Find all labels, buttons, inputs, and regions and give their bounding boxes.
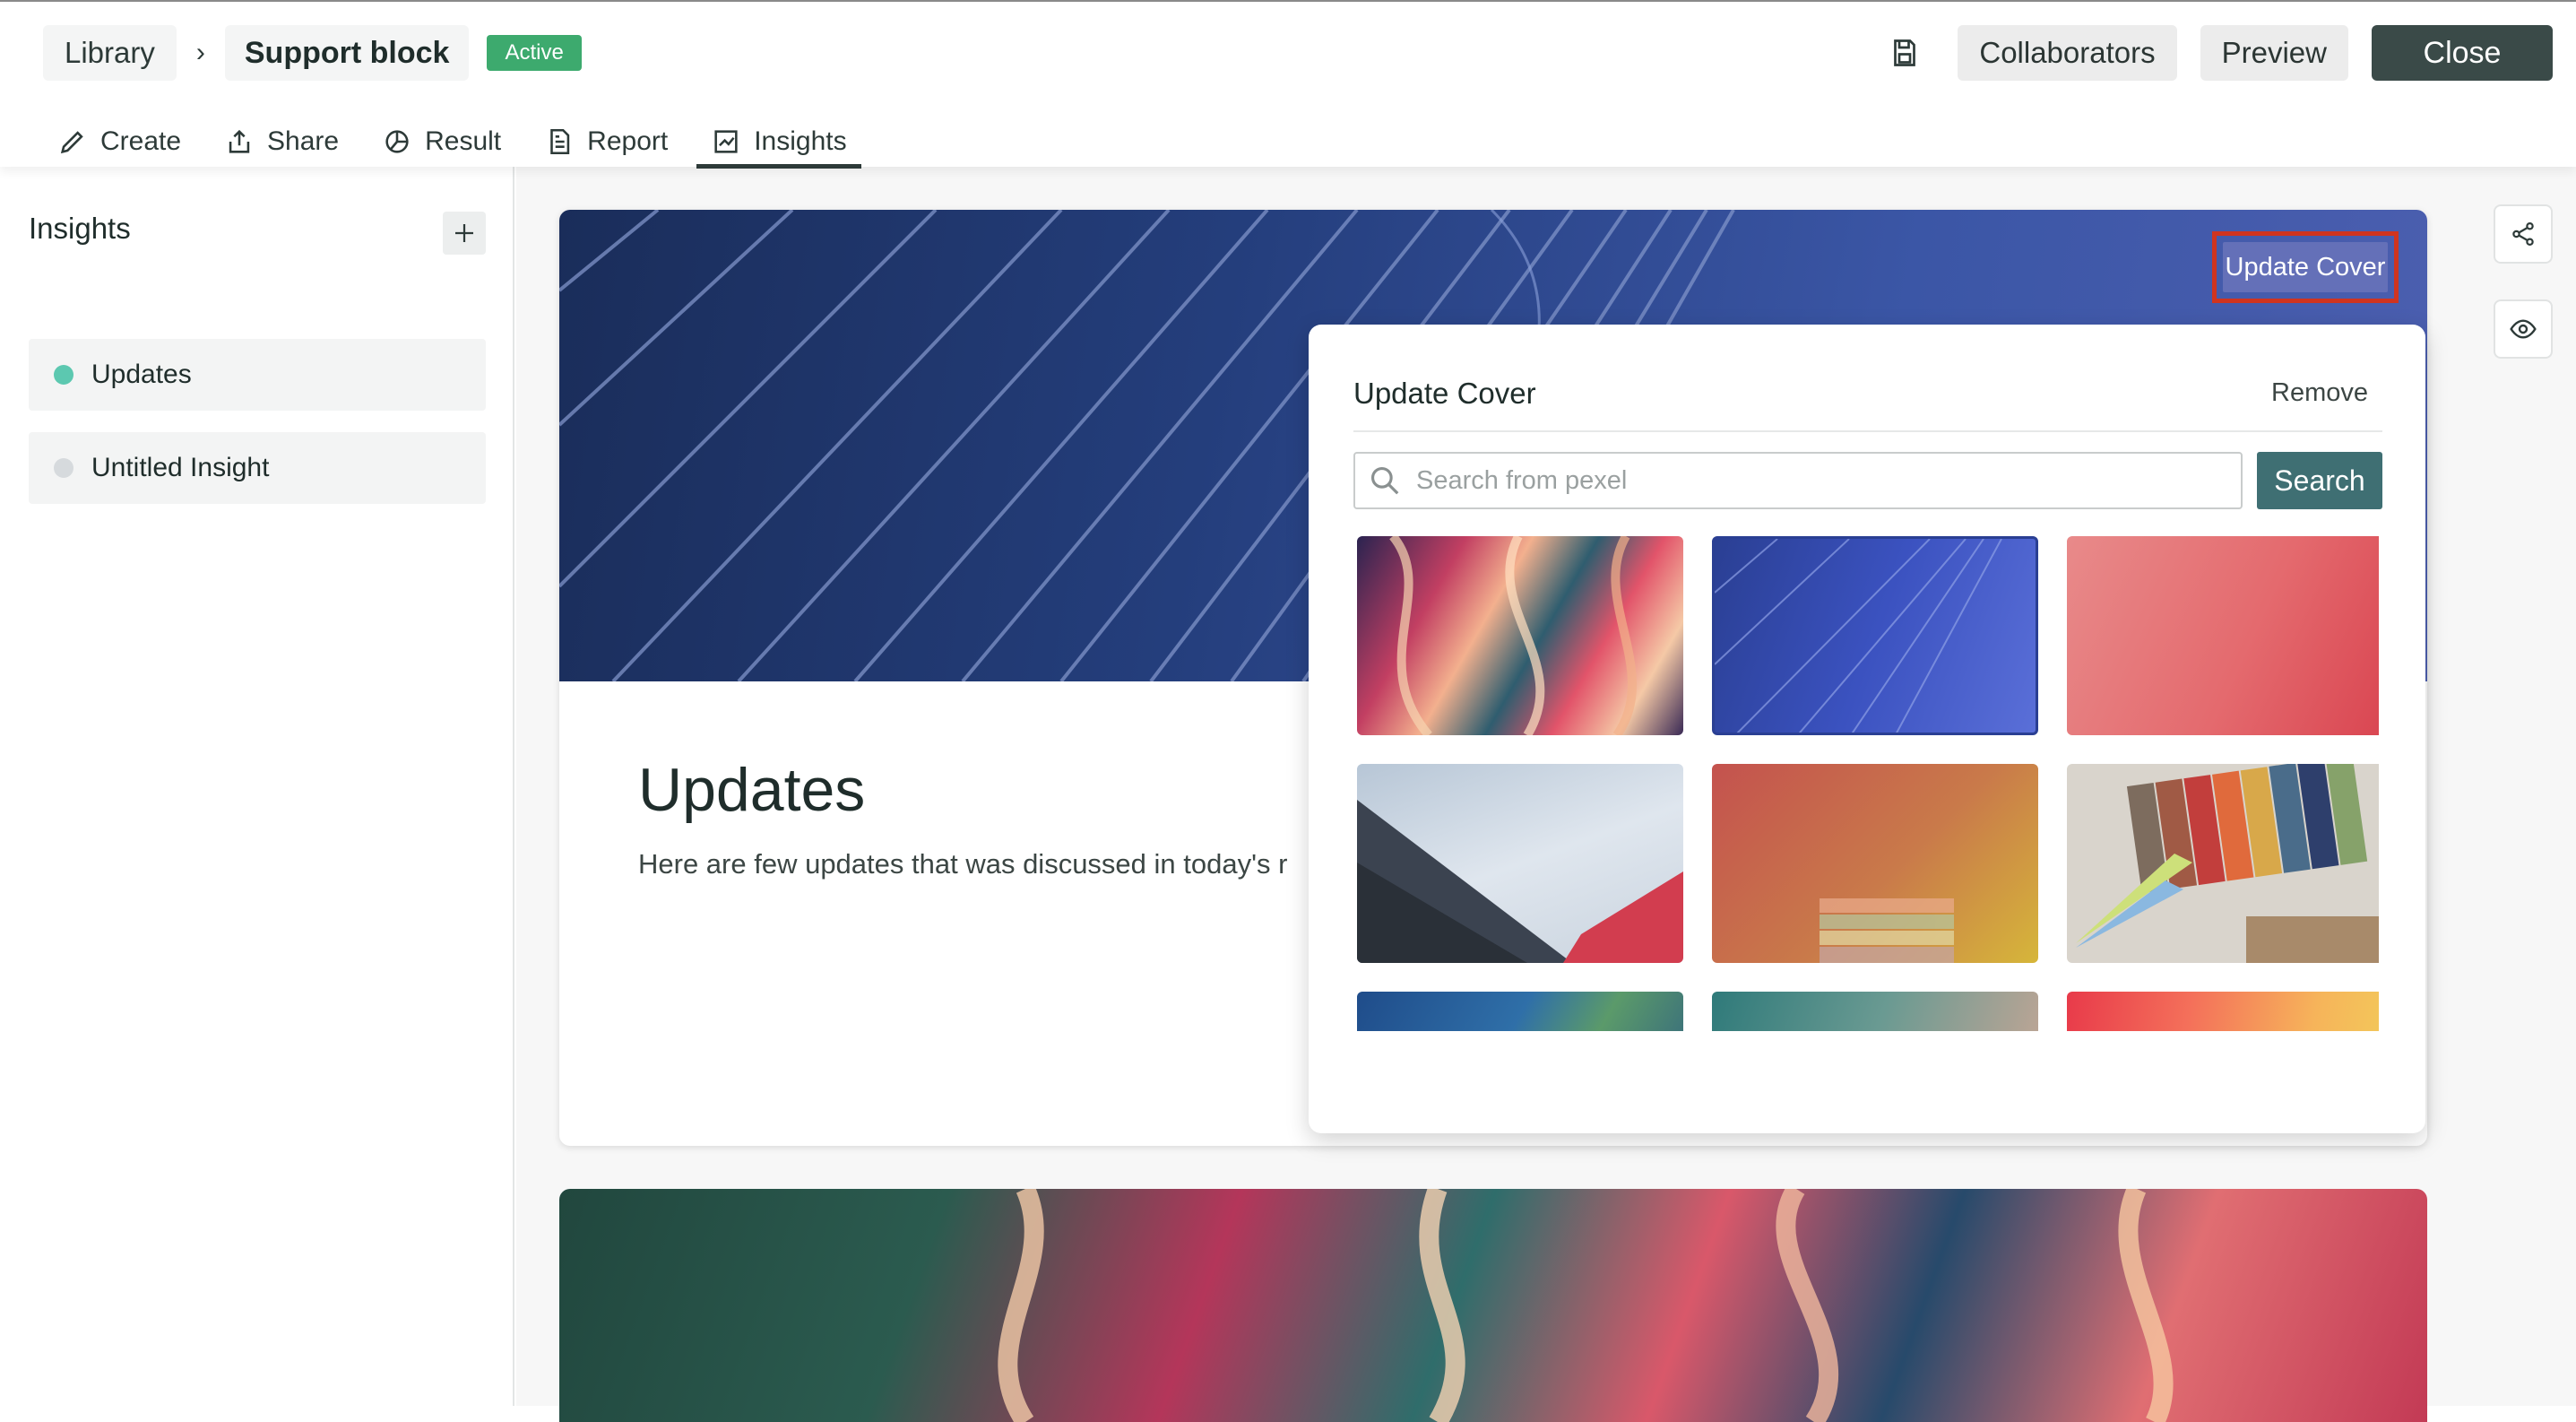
second-insight-cover	[559, 1189, 2427, 1422]
add-insight-button[interactable]	[443, 212, 486, 255]
tab-result[interactable]: Result	[367, 115, 515, 169]
remove-cover-button[interactable]: Remove	[2271, 378, 2368, 408]
update-cover-popover: Update Cover Remove Search	[1309, 325, 2425, 1133]
share-upload-icon	[229, 129, 250, 153]
pencil-icon	[60, 131, 83, 154]
search-field	[1353, 452, 2243, 509]
sidebar-item-label: Updates	[91, 360, 192, 389]
insight-title[interactable]: Updates	[638, 755, 865, 825]
sidebar-item-label: Untitled Insight	[91, 453, 270, 482]
sidebar-item-updates[interactable]: Updates	[29, 339, 486, 411]
tab-label: Result	[425, 126, 502, 156]
tab-share[interactable]: Share	[210, 115, 353, 169]
eye-icon	[2510, 319, 2537, 339]
top-header: Library › Support block Active Collabora…	[0, 0, 2576, 169]
blue-lines-thumbnail[interactable]	[1712, 536, 2038, 735]
tab-label: Create	[100, 126, 182, 156]
sidebar-item-untitled-insight[interactable]: Untitled Insight	[29, 432, 486, 504]
tab-label: Insights	[754, 126, 847, 156]
tab-label: Report	[587, 126, 669, 156]
preview-button[interactable]: Preview	[2200, 25, 2348, 81]
tab-insights[interactable]: Insights	[696, 115, 861, 169]
tab-bar: Create Share Result Report Insights	[43, 115, 876, 169]
divider	[1353, 430, 2382, 432]
teal-gradient-thumbnail[interactable]	[1712, 992, 2038, 1031]
orange-stairs-thumbnail[interactable]	[1712, 764, 2038, 963]
header-actions: Collaborators Preview Close	[1875, 25, 2553, 81]
cover-thumbnail-grid	[1357, 536, 2379, 1031]
breadcrumb-library-link[interactable]: Library	[43, 25, 177, 81]
fabric-swatches-thumbnail[interactable]	[2067, 764, 2379, 963]
search-icon	[1370, 466, 1399, 495]
marble-swirl-graphic	[998, 1189, 2174, 1422]
insight-description[interactable]: Here are few updates that was discussed …	[638, 848, 1287, 880]
pie-chart-icon	[385, 130, 409, 153]
search-button[interactable]: Search	[2257, 452, 2382, 509]
sunset-gradient-thumbnail[interactable]	[2067, 992, 2379, 1031]
update-cover-button[interactable]: Update Cover	[2223, 242, 2388, 292]
status-dot	[54, 458, 73, 478]
share-nodes-icon	[2512, 222, 2534, 246]
breadcrumb: Library › Support block Active	[43, 25, 582, 81]
preview-card-button[interactable]	[2494, 299, 2553, 359]
breadcrumb-current[interactable]: Support block	[224, 25, 470, 81]
status-badge: Active	[487, 35, 582, 71]
popover-title: Update Cover	[1353, 377, 1536, 410]
line-chart-icon	[714, 130, 738, 153]
document-icon	[550, 128, 570, 155]
tab-create[interactable]: Create	[43, 115, 195, 169]
building-sky-thumbnail[interactable]	[1357, 764, 1683, 963]
status-dot	[54, 365, 73, 385]
save-icon[interactable]	[1875, 25, 1934, 81]
collaborators-button[interactable]: Collaborators	[1958, 25, 2177, 81]
tab-label: Share	[267, 126, 340, 156]
close-button[interactable]: Close	[2372, 25, 2553, 81]
red-gradient-thumbnail[interactable]	[2067, 536, 2379, 735]
share-card-button[interactable]	[2494, 204, 2553, 264]
search-input[interactable]	[1416, 465, 2223, 496]
blue-paint-thumbnail[interactable]	[1357, 992, 1683, 1031]
plus-icon	[455, 224, 473, 242]
insights-sidebar: Insights Updates Untitled Insight	[0, 167, 514, 1406]
breadcrumb-separator: ›	[195, 38, 205, 67]
update-cover-button-highlight: Update Cover	[2212, 231, 2399, 303]
sidebar-title: Insights	[29, 212, 131, 245]
tab-report[interactable]: Report	[530, 115, 682, 169]
abstract-marble-pink-thumbnail[interactable]	[1357, 536, 1683, 735]
